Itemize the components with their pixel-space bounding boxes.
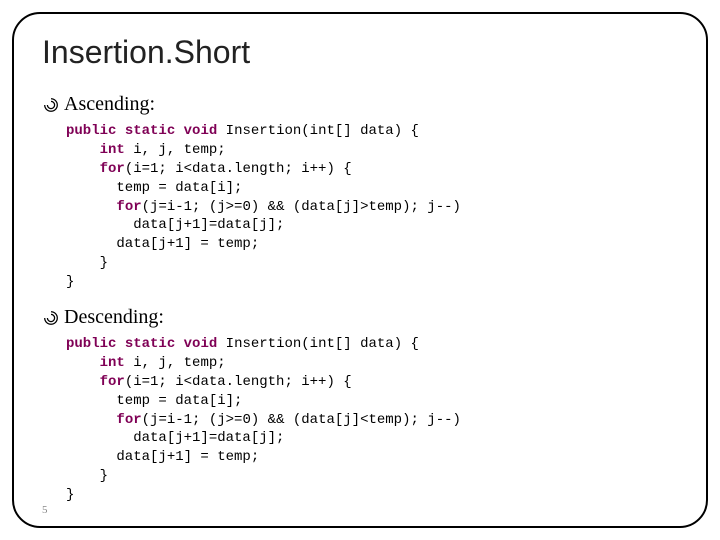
kw-public: public (66, 336, 116, 352)
bullet-ascending-label: Ascending: (64, 93, 155, 116)
code-text: data[j+1] = temp; (66, 449, 259, 465)
kw-static: static (125, 123, 175, 139)
page-number: 5 (42, 504, 48, 516)
code-text: } (66, 255, 108, 271)
code-text: data[j+1]=data[j]; (66, 217, 284, 233)
code-text: i, j, temp; (125, 142, 226, 158)
code-text: } (66, 468, 108, 484)
swirl-bullet-icon (42, 96, 60, 114)
code-text: Insertion(int[] data) { (217, 123, 419, 139)
code-text: } (66, 487, 74, 503)
code-block-ascending: public static void Insertion(int[] data)… (66, 122, 678, 292)
code-block-descending: public static void Insertion(int[] data)… (66, 335, 678, 505)
code-text: (j=i-1; (j>=0) && (data[j]<temp); j--) (142, 412, 461, 428)
code-text: (i=1; i<data.length; i++) { (125, 161, 352, 177)
code-text: temp = data[i]; (66, 393, 242, 409)
swirl-bullet-icon (42, 309, 60, 327)
kw-for: for (100, 161, 125, 177)
code-text: data[j+1] = temp; (66, 236, 259, 252)
bullet-descending-label: Descending: (64, 306, 164, 329)
slide-frame: Insertion.Short Ascending: public static… (12, 12, 708, 528)
bullet-ascending: Ascending: (42, 93, 678, 116)
kw-static: static (125, 336, 175, 352)
kw-public: public (66, 123, 116, 139)
slide-title: Insertion.Short (42, 34, 678, 71)
bullet-descending: Descending: (42, 306, 678, 329)
code-text: temp = data[i]; (66, 180, 242, 196)
code-text: } (66, 274, 74, 290)
kw-for: for (116, 412, 141, 428)
kw-void: void (184, 336, 218, 352)
code-text: i, j, temp; (125, 355, 226, 371)
code-text: data[j+1]=data[j]; (66, 430, 284, 446)
kw-for: for (116, 199, 141, 215)
kw-int: int (100, 142, 125, 158)
code-text: Insertion(int[] data) { (217, 336, 419, 352)
kw-void: void (184, 123, 218, 139)
kw-for: for (100, 374, 125, 390)
code-text: (j=i-1; (j>=0) && (data[j]>temp); j--) (142, 199, 461, 215)
kw-int: int (100, 355, 125, 371)
code-text: (i=1; i<data.length; i++) { (125, 374, 352, 390)
